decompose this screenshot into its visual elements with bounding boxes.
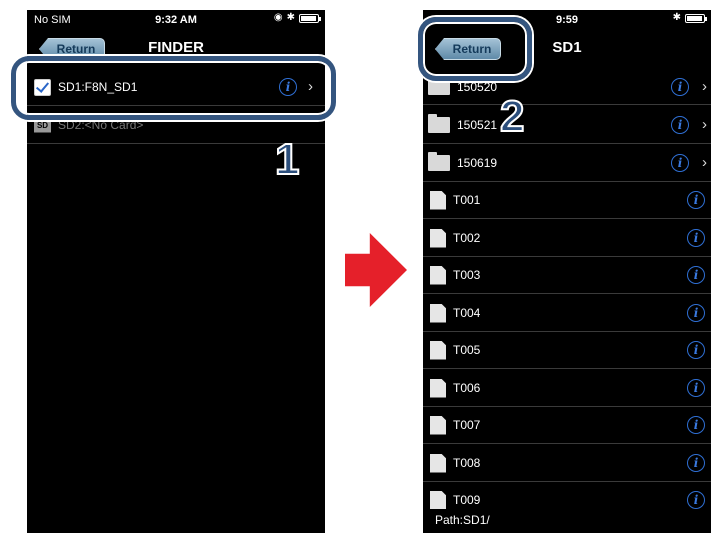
chevron-right-icon: › (702, 154, 707, 171)
folder-row[interactable]: 150619 i › (423, 145, 711, 182)
step-2-highlight (418, 17, 532, 81)
info-icon[interactable]: i (687, 229, 705, 247)
folder-row[interactable]: 150521 i › (423, 107, 711, 144)
bluetooth-icon: ✱ (286, 12, 295, 23)
info-icon[interactable]: i (687, 304, 705, 322)
chevron-right-icon: › (702, 78, 707, 95)
file-label: T004 (453, 306, 481, 320)
file-icon (430, 303, 446, 323)
file-label: T006 (453, 381, 481, 395)
file-row[interactable]: T003 i (423, 257, 711, 294)
folder-label: 150619 (457, 156, 498, 170)
file-label: T005 (453, 343, 481, 357)
info-icon[interactable]: i (687, 341, 705, 359)
file-row[interactable]: T001 i (423, 182, 711, 219)
list-item-label: SD2:<No Card> (58, 118, 144, 132)
path-bar: Path:SD1/ (423, 509, 711, 533)
file-icon (430, 453, 446, 473)
file-icon (430, 190, 446, 210)
info-icon[interactable]: i (671, 116, 689, 134)
file-row[interactable]: T002 i (423, 220, 711, 257)
file-label: T009 (453, 493, 481, 507)
step-1-highlight (11, 56, 336, 120)
step-2-number: 2 (499, 92, 526, 141)
lock-rotation-icon: ◉ (273, 12, 283, 23)
folder-icon (428, 114, 450, 133)
sd1-folder-screen: 9:59 ✱ Return SD1 150520 i › 150521 i › … (423, 10, 711, 533)
info-icon[interactable]: i (687, 379, 705, 397)
file-label: T007 (453, 418, 481, 432)
folder-label: 150520 (457, 80, 498, 94)
file-icon (430, 340, 446, 360)
info-icon[interactable]: i (687, 491, 705, 509)
info-icon[interactable]: i (687, 191, 705, 209)
info-icon[interactable]: i (671, 154, 689, 172)
folder-icon (428, 76, 450, 95)
file-label: T002 (453, 231, 481, 245)
info-icon[interactable]: i (687, 416, 705, 434)
chevron-right-icon: › (702, 116, 707, 133)
file-icon (430, 228, 446, 248)
battery-icon (299, 13, 321, 23)
file-row[interactable]: T006 i (423, 370, 711, 407)
file-icon (430, 265, 446, 285)
page-title: FINDER (148, 39, 204, 56)
info-icon[interactable]: i (671, 78, 689, 96)
file-icon (430, 490, 446, 510)
file-icon (430, 378, 446, 398)
bluetooth-icon: ✱ (672, 12, 681, 23)
battery-icon (685, 13, 707, 23)
file-label: T008 (453, 456, 481, 470)
folder-label: 150521 (457, 118, 498, 132)
info-icon[interactable]: i (687, 454, 705, 472)
file-label: T001 (453, 193, 481, 207)
info-icon[interactable]: i (687, 266, 705, 284)
file-row[interactable]: T007 i (423, 407, 711, 444)
file-row[interactable]: T005 i (423, 332, 711, 369)
step-1-number: 1 (274, 135, 301, 184)
file-icon (430, 415, 446, 435)
file-row[interactable]: T004 i (423, 295, 711, 332)
folder-icon (428, 152, 450, 171)
arrow-right-icon (345, 233, 407, 307)
status-bar: No SIM 9:32 AM ◉ ✱ (27, 10, 325, 30)
file-row[interactable]: T008 i (423, 445, 711, 482)
file-label: T003 (453, 268, 481, 282)
